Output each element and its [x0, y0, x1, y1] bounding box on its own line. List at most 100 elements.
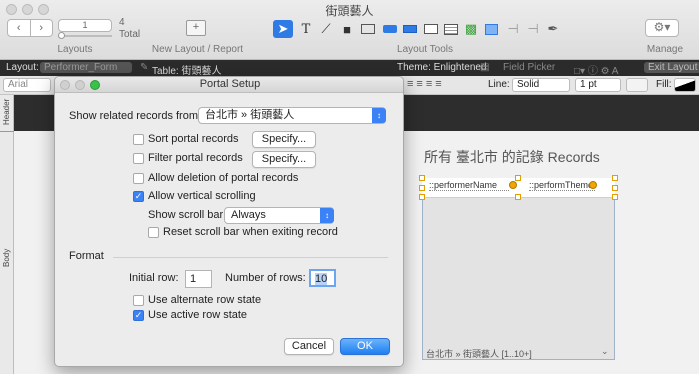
perform-theme-field[interactable]: ::performTheme — [529, 180, 595, 191]
portal[interactable] — [422, 178, 615, 360]
line-color-swatch[interactable] — [626, 78, 648, 92]
chevron-updown-icon[interactable]: ↕ — [372, 108, 386, 123]
align-icons[interactable]: ≡≡≡≡ — [407, 78, 445, 90]
field-tool-icon[interactable] — [358, 20, 378, 38]
record-total: 4 — [119, 17, 125, 28]
window-title: 街頭藝人 — [325, 4, 374, 18]
popover-tool-icon[interactable] — [421, 20, 441, 38]
shape-tool-icon[interactable]: ■ — [337, 20, 357, 38]
web-viewer-tool-icon[interactable] — [481, 20, 501, 38]
performer-name-field[interactable]: ::performerName — [429, 180, 509, 191]
portal-footer-label: 台北市 » 街頭藝人 [1..10+] — [426, 349, 532, 359]
allow-deletion-checkbox[interactable] — [133, 173, 144, 184]
alternate-row-checkbox[interactable] — [133, 295, 144, 306]
record-slider[interactable] — [58, 35, 112, 37]
layout-tools-label: Layout Tools — [397, 44, 453, 55]
theme-label: Theme: Enlightened — [397, 62, 487, 73]
checkmark-icon: ✓ — [134, 191, 143, 201]
gear-icon[interactable]: ⚙▾ — [645, 19, 679, 37]
record-total-label: Total — [119, 29, 141, 40]
manage-label: Manage — [646, 44, 684, 55]
checkmark-icon: ✓ — [134, 310, 143, 320]
selection-handle[interactable] — [612, 185, 618, 191]
chart-tool-icon[interactable]: ▩ — [461, 20, 481, 38]
initial-row-input[interactable]: 1 — [185, 270, 212, 288]
line-label: Line: — [488, 79, 510, 90]
body-part-label[interactable]: Body — [2, 249, 11, 267]
format-painter-icon[interactable]: ✒ — [543, 20, 563, 38]
line-style-select[interactable]: Solid — [512, 78, 570, 92]
current-record-field[interactable]: 1 — [58, 19, 112, 32]
field-control-alt-icon[interactable]: ⊣ — [523, 20, 543, 38]
button-tool-icon[interactable] — [380, 20, 400, 38]
allow-scrolling-checkbox[interactable]: ✓ — [133, 191, 144, 202]
selection-handle[interactable] — [419, 194, 425, 200]
line-tool-icon[interactable]: ⟋ — [316, 20, 336, 38]
filter-specify-button[interactable]: Specify... — [252, 151, 316, 168]
sort-portal-checkbox[interactable] — [133, 134, 144, 145]
layout-icons[interactable]: □▾ ⓘ ⚙ A — [574, 62, 618, 77]
layout-bar: Layout: Performer_Form ✎ Table: 街頭藝人 The… — [0, 60, 699, 77]
next-record-button[interactable]: › — [31, 20, 53, 36]
layout-selector[interactable]: Performer_Form — [40, 62, 132, 73]
sort-specify-button[interactable]: Specify... — [252, 131, 316, 148]
selection-handle[interactable] — [612, 175, 618, 181]
ok-button[interactable]: OK — [340, 338, 390, 355]
record-nav: ‹ › — [7, 19, 53, 37]
theme-icon[interactable]: ▤ — [480, 62, 489, 73]
selection-handle[interactable] — [612, 194, 618, 200]
window-toolbar: 街頭藝人 ‹ › 1 4 Total Layouts + New Layout … — [0, 0, 699, 60]
portal-tool-icon[interactable] — [441, 20, 461, 38]
selection-handle[interactable] — [515, 175, 521, 181]
button-bar-tool-icon[interactable] — [400, 20, 420, 38]
dialog-titlebar: Portal Setup — [55, 77, 403, 93]
number-rows-input[interactable]: 10 — [309, 269, 336, 287]
active-row-checkbox[interactable]: ✓ — [133, 310, 144, 321]
text-tool-icon[interactable]: T — [296, 20, 316, 38]
field-badge-icon — [589, 181, 597, 189]
scroll-bar-select[interactable]: Always — [224, 207, 334, 224]
selection-handle[interactable] — [419, 175, 425, 181]
table-label: Table: 街頭藝人 — [152, 66, 222, 77]
fill-color-swatch[interactable] — [674, 78, 696, 92]
record-slider-knob[interactable] — [58, 32, 65, 39]
exit-layout-button[interactable]: Exit Layout — [644, 62, 699, 73]
edit-pencil-icon[interactable]: ✎ — [140, 62, 148, 73]
filter-portal-checkbox[interactable] — [133, 153, 144, 164]
portal-scroll-chevron-icon[interactable]: ⌄ — [601, 346, 609, 357]
active-row-label: Use active row state — [148, 309, 248, 321]
field-control-tool-icon[interactable]: ⊣ — [503, 20, 523, 38]
fill-label: Fill: — [656, 79, 672, 90]
line-width-select[interactable]: 1 pt — [575, 78, 621, 92]
font-selector[interactable]: Arial — [3, 78, 51, 92]
field-picker-button[interactable]: Field Picker — [503, 62, 555, 73]
reset-scroll-checkbox[interactable] — [148, 227, 159, 238]
chevron-updown-icon[interactable]: ↕ — [320, 208, 334, 223]
layouts-label: Layouts — [57, 44, 93, 55]
format-divider — [113, 257, 388, 258]
initial-row-label: Initial row: — [129, 272, 179, 284]
new-layout-icon[interactable]: + — [186, 20, 206, 36]
sort-portal-label: Sort portal records — [148, 133, 239, 145]
previous-record-button[interactable]: ‹ — [8, 20, 31, 36]
reset-scroll-label: Reset scroll bar when exiting record — [163, 226, 338, 238]
cancel-button[interactable]: Cancel — [284, 338, 334, 355]
number-rows-value: 10 — [315, 273, 328, 285]
new-layout-label: New Layout / Report — [151, 44, 244, 55]
selection-handle[interactable] — [419, 185, 425, 191]
show-scroll-bar-label: Show scroll bar: — [148, 209, 227, 221]
related-table-select[interactable]: 台北市 » 街頭藝人 — [198, 107, 386, 124]
allow-deletion-label: Allow deletion of portal records — [148, 172, 299, 184]
show-related-label: Show related records from: — [69, 110, 202, 122]
filter-portal-label: Filter portal records — [148, 152, 243, 164]
records-title[interactable]: 所有 臺北市 的記錄 Records — [424, 147, 600, 167]
portal-setup-dialog: Portal Setup Show related records from: … — [54, 76, 404, 367]
header-part-label[interactable]: Header — [2, 99, 11, 125]
pointer-tool-icon[interactable]: ➤ — [273, 20, 293, 38]
selection-handle[interactable] — [515, 194, 521, 200]
number-rows-label: Number of rows: — [225, 272, 306, 284]
part-divider[interactable] — [0, 131, 14, 132]
related-table-value: 台北市 » 街頭藝人 — [205, 109, 295, 121]
dialog-title: Portal Setup — [199, 78, 261, 90]
scroll-bar-value: Always — [231, 209, 266, 221]
